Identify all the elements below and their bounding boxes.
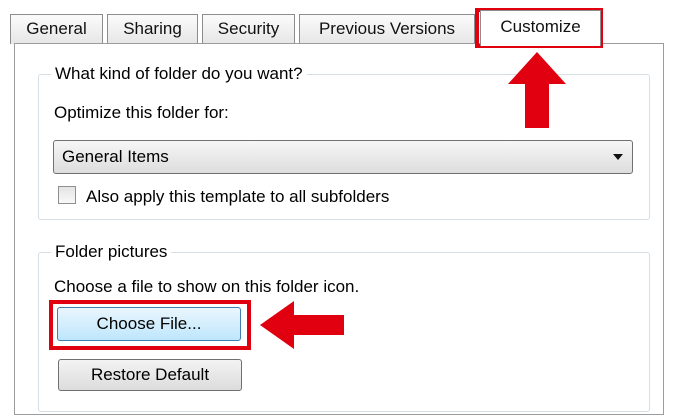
optimize-label: Optimize this folder for: (54, 103, 229, 122)
left-arrow-annotation (260, 301, 344, 349)
apply-subfolders-checkbox[interactable] (58, 186, 76, 204)
tab-sharing[interactable]: Sharing (107, 14, 198, 44)
tab-general[interactable]: General (10, 14, 103, 44)
choose-file-highlight-box (49, 300, 251, 350)
restore-default-button[interactable]: Restore Default (58, 359, 242, 391)
folder-pictures-description: Choose a file to show on this folder ico… (54, 277, 360, 296)
tab-strip: General Sharing Security Previous Versio… (10, 10, 672, 46)
folder-type-legend: What kind of folder do you want? (51, 64, 307, 84)
optimize-for-dropdown[interactable]: General Items (53, 140, 633, 174)
apply-subfolders-label: Also apply this template to all subfolde… (86, 187, 390, 206)
tab-security[interactable]: Security (202, 14, 295, 44)
optimize-for-value: General Items (62, 147, 169, 166)
tab-customize[interactable]: Customize (480, 10, 601, 46)
tab-previous-versions[interactable]: Previous Versions (299, 14, 475, 44)
chevron-down-icon[interactable] (613, 154, 623, 160)
folder-pictures-legend: Folder pictures (51, 242, 172, 262)
up-arrow-annotation (508, 52, 566, 128)
